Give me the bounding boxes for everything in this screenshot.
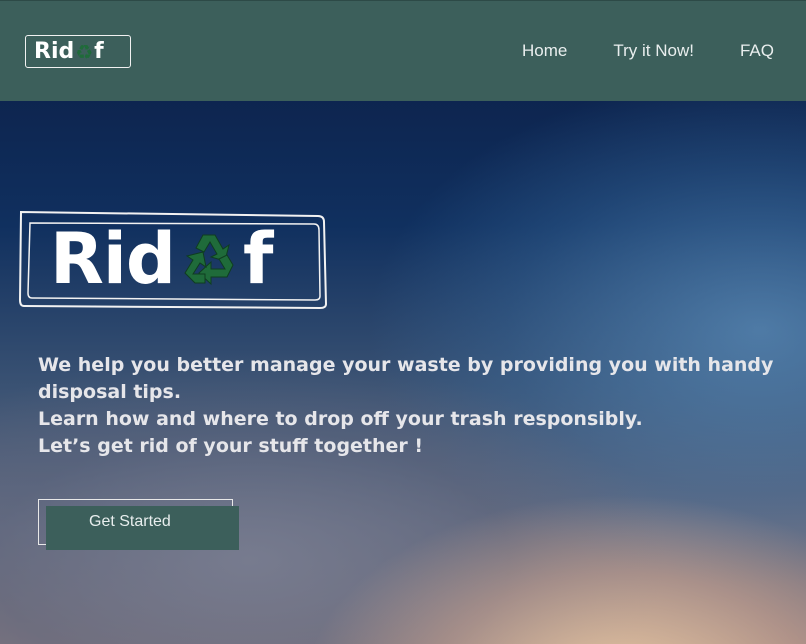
tagline-line-3: Let’s get rid of your stuff together ! [38, 435, 424, 457]
recycle-icon: ♻ [75, 39, 94, 64]
recycle-icon [184, 234, 234, 286]
nav-logo[interactable]: Rid ♻ f [25, 35, 131, 68]
hero-logo-suffix: f [243, 218, 273, 300]
tagline-line-2: Learn how and where to drop off your tra… [38, 408, 643, 430]
nav-logo-text: Rid ♻ f [34, 38, 104, 64]
hero-logo-text: Rid f [50, 218, 274, 300]
nav-link-try-it-now[interactable]: Try it Now! [613, 41, 694, 61]
tagline-line-1: We help you better manage your waste by … [38, 354, 774, 403]
nav-link-home[interactable]: Home [522, 41, 567, 61]
nav-links: Home Try it Now! FAQ [476, 41, 774, 61]
nav-link-faq[interactable]: FAQ [740, 41, 774, 61]
get-started-button[interactable]: Get Started [46, 506, 239, 550]
logo-name-prefix: Rid [34, 38, 75, 64]
hero-logo: Rid f [18, 210, 328, 310]
hero-tagline: We help you better manage your waste by … [38, 352, 806, 460]
hero-logo-prefix: Rid [50, 218, 176, 300]
navbar: Rid ♻ f Home Try it Now! FAQ [0, 0, 806, 101]
logo-name-suffix: f [94, 38, 104, 64]
